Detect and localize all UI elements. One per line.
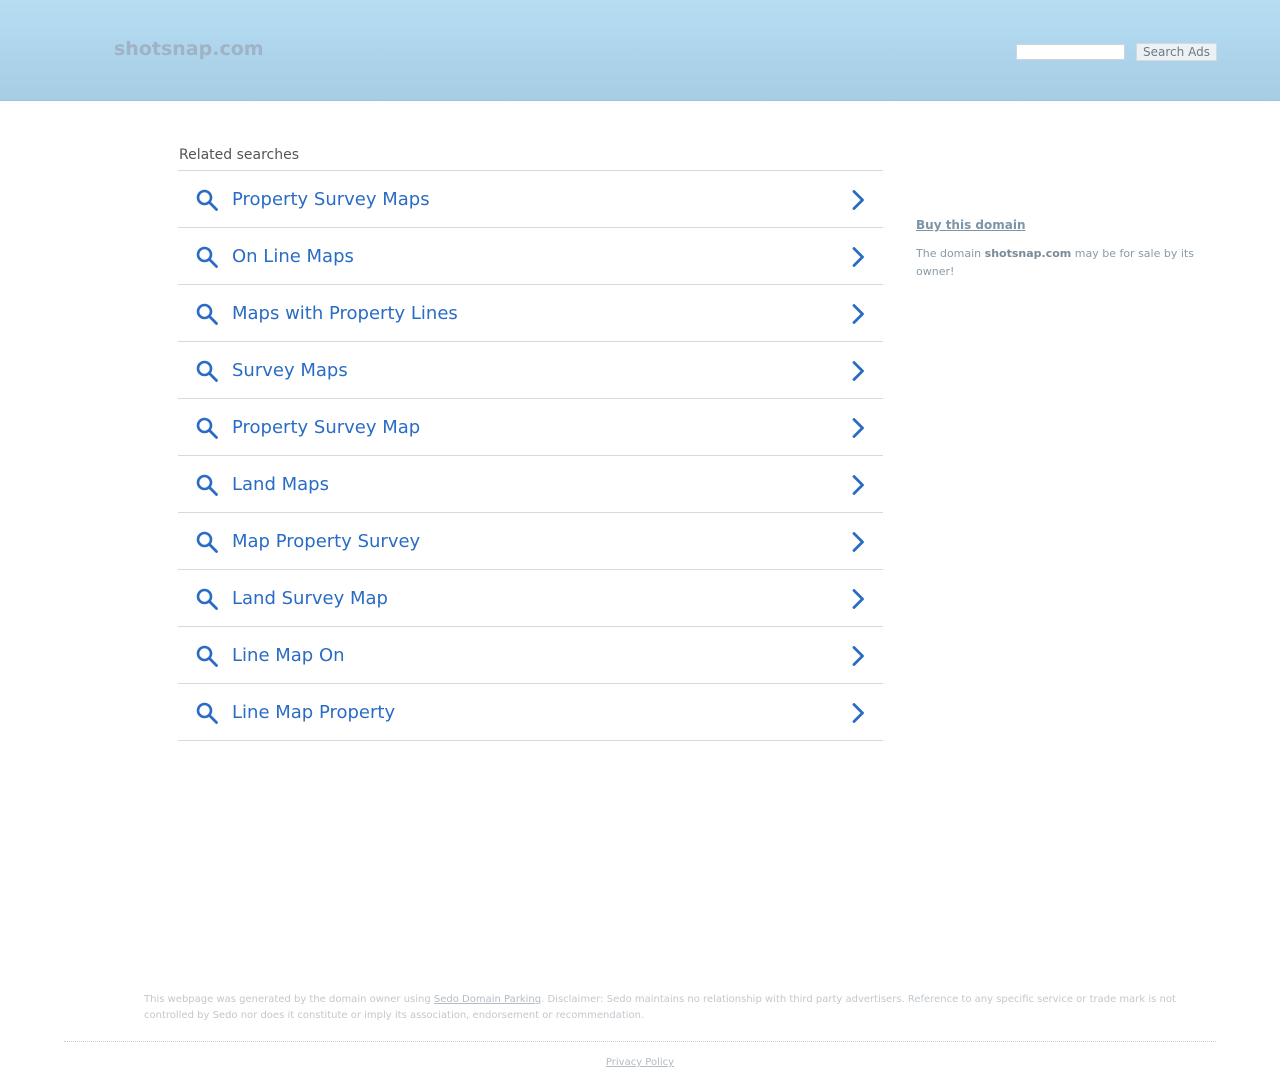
chevron-right-icon xyxy=(852,646,864,666)
related-searches-list: Property Survey Maps On Line Maps Maps w… xyxy=(178,170,883,741)
related-search-label: Land Maps xyxy=(232,474,329,495)
header-bar: shotsnap.com Search Ads xyxy=(0,0,1280,101)
related-search-label: Map Property Survey xyxy=(232,531,421,552)
related-search-item[interactable]: Land Survey Map xyxy=(178,570,883,627)
footer-divider xyxy=(64,1041,1216,1042)
chevron-right-icon xyxy=(852,703,864,723)
sedo-parking-link[interactable]: Sedo Domain Parking xyxy=(434,994,541,1005)
search-icon xyxy=(196,702,218,724)
sale-text-prefix: The domain xyxy=(916,247,985,260)
search-icon xyxy=(196,588,218,610)
related-search-item[interactable]: Line Map Property xyxy=(178,684,883,741)
sale-domain-name: shotsnap.com xyxy=(984,247,1072,260)
search-icon xyxy=(196,189,218,211)
related-search-item[interactable]: Maps with Property Lines xyxy=(178,285,883,342)
related-search-item[interactable]: Map Property Survey xyxy=(178,513,883,570)
chevron-right-icon xyxy=(852,247,864,267)
search-icon xyxy=(196,246,218,268)
search-icon xyxy=(196,303,218,325)
disclaimer-prefix: This webpage was generated by the domain… xyxy=(144,994,434,1005)
chevron-right-icon xyxy=(852,532,864,552)
chevron-right-icon xyxy=(852,475,864,495)
chevron-right-icon xyxy=(852,418,864,438)
site-logo[interactable]: shotsnap.com xyxy=(114,38,264,60)
domain-sale-text: The domain shotsnap.com may be for sale … xyxy=(916,245,1216,281)
related-search-item[interactable]: Property Survey Maps xyxy=(178,171,883,228)
search-icon xyxy=(196,417,218,439)
related-search-item[interactable]: On Line Maps xyxy=(178,228,883,285)
related-search-label: Property Survey Map xyxy=(232,417,421,438)
chevron-right-icon xyxy=(852,190,864,210)
privacy-policy-container: Privacy Policy xyxy=(0,1057,1280,1068)
privacy-policy-link[interactable]: Privacy Policy xyxy=(606,1057,674,1068)
related-search-label: Property Survey Maps xyxy=(232,189,430,210)
related-search-label: On Line Maps xyxy=(232,246,354,267)
related-searches-heading: Related searches xyxy=(179,147,300,163)
related-search-label: Maps with Property Lines xyxy=(232,303,458,324)
related-search-label: Land Survey Map xyxy=(232,588,388,609)
buy-domain-link[interactable]: Buy this domain xyxy=(916,218,1026,232)
disclaimer-text: This webpage was generated by the domain… xyxy=(144,992,1204,1024)
related-search-item[interactable]: Line Map On xyxy=(178,627,883,684)
search-ads-button[interactable]: Search Ads xyxy=(1136,43,1217,61)
related-search-item[interactable]: Property Survey Map xyxy=(178,399,883,456)
chevron-right-icon xyxy=(852,589,864,609)
chevron-right-icon xyxy=(852,304,864,324)
related-search-label: Line Map On xyxy=(232,645,345,666)
search-icon xyxy=(196,645,218,667)
search-icon xyxy=(196,531,218,553)
search-icon xyxy=(196,474,218,496)
chevron-right-icon xyxy=(852,361,864,381)
related-search-label: Line Map Property xyxy=(232,702,396,723)
search-icon xyxy=(196,360,218,382)
related-search-item[interactable]: Survey Maps xyxy=(178,342,883,399)
related-search-item[interactable]: Land Maps xyxy=(178,456,883,513)
related-search-label: Survey Maps xyxy=(232,360,348,381)
search-input[interactable] xyxy=(1016,44,1125,60)
